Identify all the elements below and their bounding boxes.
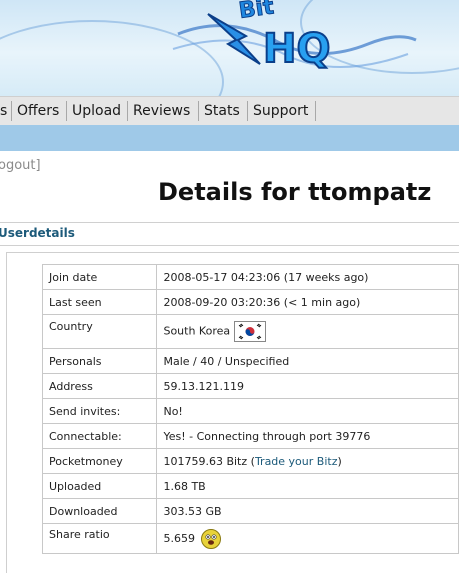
row-label: Uploaded <box>41 473 158 499</box>
site-logo[interactable]: Bit HQ <box>168 0 418 82</box>
nav-item-offers[interactable]: Offers <box>17 97 59 125</box>
page-title: Details for ttompatz <box>158 178 432 206</box>
country-name: South Korea <box>163 324 231 338</box>
row-value: 2008-05-17 04:23:06 (17 weeks ago) <box>156 264 459 290</box>
table-row: Address 59.13.121.119 <box>41 373 459 399</box>
table-row: Last seen 2008-09-20 03:20:36 (< 1 min a… <box>41 289 459 315</box>
sub-nav-bar <box>0 125 459 151</box>
row-value: Male / 40 / Unspecified <box>156 348 459 374</box>
row-value: 303.53 GB <box>156 498 459 524</box>
logo-hq-text: HQ <box>263 26 330 72</box>
table-row: Send invites: No! <box>41 398 459 424</box>
nav-separator <box>127 101 128 121</box>
table-row: Pocketmoney 101759.63 Bitz (Trade your B… <box>41 448 459 474</box>
table-row: Personals Male / 40 / Unspecified <box>41 348 459 374</box>
nav-item-reviews[interactable]: Reviews <box>133 97 190 125</box>
table-row: Country South Korea <box>41 314 459 349</box>
nav-separator <box>66 101 67 121</box>
divider <box>0 222 459 223</box>
table-row: Downloaded 303.53 GB <box>41 498 459 524</box>
row-value: 101759.63 Bitz (Trade your Bitz) <box>156 448 459 474</box>
nav-item-stats[interactable]: Stats <box>204 97 240 125</box>
row-value: Yes! - Connecting through port 39776 <box>156 423 459 449</box>
south-korea-flag-icon <box>234 321 267 342</box>
logo-bit-text: Bit <box>237 0 275 24</box>
row-label: Share ratio <box>41 523 158 554</box>
row-label: Pocketmoney <box>41 448 158 474</box>
pocketmoney-amount: 101759.63 Bitz ( <box>163 454 255 468</box>
row-value: 2008-09-20 03:20:36 (< 1 min ago) <box>156 289 459 315</box>
row-label: Last seen <box>41 289 158 315</box>
row-value: 1.68 TB <box>156 473 459 499</box>
row-label: Address <box>41 373 158 399</box>
trade-bitz-link[interactable]: Trade your Bitz <box>255 455 338 468</box>
main-nav: s Offers Upload Reviews Stats Support <box>0 96 459 126</box>
user-details-table: Join date 2008-05-17 04:23:06 (17 weeks … <box>41 264 459 554</box>
row-value: 5.659 <box>156 523 459 554</box>
divider <box>0 245 459 246</box>
table-row: Share ratio 5.659 <box>41 523 459 554</box>
row-label: Send invites: <box>41 398 158 424</box>
pocketmoney-suffix: ) <box>337 454 342 468</box>
nav-item-upload[interactable]: Upload <box>72 97 121 125</box>
row-value: No! <box>156 398 459 424</box>
nav-item-partial[interactable]: s <box>0 97 7 125</box>
logout-link[interactable]: ogout] <box>0 158 41 173</box>
section-title: Userdetails <box>0 226 75 240</box>
row-label: Join date <box>41 264 158 290</box>
row-label: Downloaded <box>41 498 158 524</box>
share-ratio-value: 5.659 <box>163 531 195 545</box>
table-row: Connectable: Yes! - Connecting through p… <box>41 423 459 449</box>
nav-separator <box>247 101 248 121</box>
row-label: Personals <box>41 348 158 374</box>
row-value: South Korea <box>156 314 459 349</box>
table-row: Join date 2008-05-17 04:23:06 (17 weeks … <box>41 264 459 290</box>
smiley-icon <box>200 528 221 549</box>
row-label: Connectable: <box>41 423 158 449</box>
row-value: 59.13.121.119 <box>156 373 459 399</box>
table-row: Uploaded 1.68 TB <box>41 473 459 499</box>
nav-separator <box>315 101 316 121</box>
nav-separator <box>198 101 199 121</box>
nav-separator <box>11 101 12 121</box>
nav-item-support[interactable]: Support <box>253 97 308 125</box>
row-label: Country <box>41 314 158 349</box>
header-banner: Bit HQ <box>0 0 459 96</box>
